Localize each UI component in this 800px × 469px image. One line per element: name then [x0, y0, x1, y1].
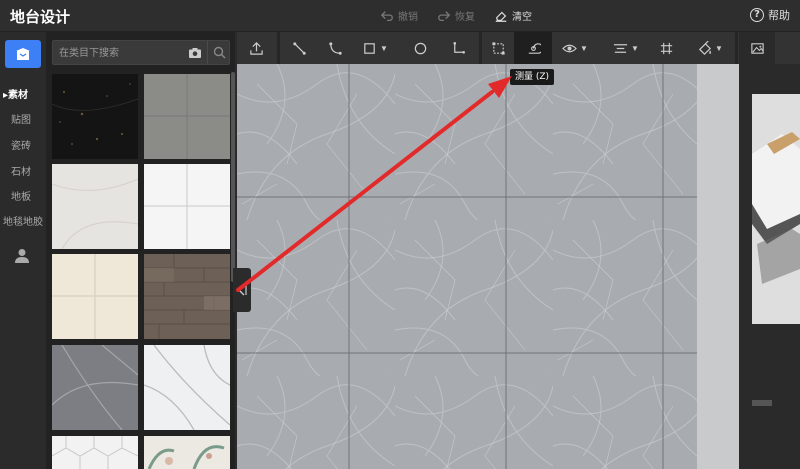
- align-icon: [613, 43, 628, 53]
- circle-icon: [414, 42, 426, 54]
- left-rail: ▸素材 贴图 瓷砖 石材 地板 地毯地胶: [0, 32, 47, 469]
- eraser-icon: [495, 11, 507, 22]
- rail-item-carpet[interactable]: 地毯地胶: [0, 213, 47, 228]
- material-tile-white-hex[interactable]: [52, 436, 138, 469]
- line-icon: [292, 41, 306, 55]
- circle-tool[interactable]: [402, 32, 438, 64]
- rail-item-stone[interactable]: 石材: [0, 163, 47, 178]
- rectangle-tool[interactable]: ▼: [355, 32, 395, 64]
- material-tile-grey-tile[interactable]: [144, 74, 230, 159]
- clear-label: 清空: [512, 12, 532, 23]
- material-tile-cream-grid[interactable]: [52, 254, 138, 339]
- user-icon[interactable]: [15, 248, 29, 264]
- help-label: 帮助: [768, 9, 790, 22]
- rail-item-material[interactable]: ▸素材: [0, 86, 47, 101]
- clear-button[interactable]: 清空: [494, 8, 532, 23]
- grid-tool[interactable]: [649, 32, 683, 64]
- collapse-panel-button[interactable]: [233, 268, 251, 312]
- rail-item-floor[interactable]: 地板: [0, 188, 47, 203]
- square-icon: [364, 42, 375, 54]
- paint-bucket-icon: [698, 40, 712, 55]
- hash-icon: [660, 42, 672, 54]
- box-icon: [16, 48, 30, 60]
- material-tile-black-marble[interactable]: [52, 74, 138, 159]
- toolbar-separator: [735, 32, 738, 64]
- material-tile-white-marble[interactable]: [144, 345, 230, 430]
- help-icon: ?: [750, 8, 764, 22]
- search-input[interactable]: [59, 44, 179, 62]
- light-stone-swatch: [52, 164, 138, 249]
- search-icon: [213, 46, 225, 59]
- search-box: [52, 40, 230, 65]
- arc-tool[interactable]: [317, 32, 353, 64]
- chevron-down-icon: ▼: [715, 43, 723, 53]
- material-panel: [47, 32, 235, 469]
- chevron-down-icon: ▼: [580, 43, 588, 53]
- frame-select-icon: [491, 41, 505, 55]
- material-tile-wood[interactable]: [144, 254, 230, 339]
- redo-label: 恢复: [455, 12, 475, 23]
- paint-tool[interactable]: ▼: [687, 32, 733, 64]
- line-tool[interactable]: [281, 32, 317, 64]
- corner-icon: [452, 41, 465, 54]
- rail-item-texture[interactable]: 贴图: [0, 111, 47, 126]
- redo-icon: [438, 10, 451, 21]
- image-icon: [750, 42, 764, 54]
- undo-icon: [380, 10, 393, 21]
- chevron-down-icon: ▼: [380, 43, 388, 53]
- undo-button[interactable]: 撤销: [380, 8, 418, 23]
- material-tile-light-stone[interactable]: [52, 164, 138, 249]
- material-tile-grey-marble[interactable]: [52, 345, 138, 430]
- help-button[interactable]: ? 帮助: [750, 7, 790, 23]
- align-tool[interactable]: ▼: [605, 32, 647, 64]
- design-canvas[interactable]: [237, 64, 697, 469]
- upload-icon: [249, 41, 263, 55]
- camera-icon[interactable]: [188, 46, 202, 60]
- material-tile-floral[interactable]: [144, 436, 230, 469]
- frame-select-tool[interactable]: [482, 32, 514, 64]
- floral-swatch: [144, 436, 230, 469]
- measure-tooltip: 测量 (Z): [510, 69, 555, 85]
- image-tool[interactable]: [739, 32, 775, 64]
- corner-tool[interactable]: [440, 32, 476, 64]
- material-tile-white-grid[interactable]: [144, 164, 230, 249]
- view-tool[interactable]: ▼: [555, 32, 595, 64]
- redo-button[interactable]: 恢复: [437, 8, 475, 23]
- preview-handle[interactable]: [752, 400, 772, 406]
- rail-item-tile[interactable]: 瓷砖: [0, 137, 47, 152]
- white-hex-swatch: [52, 436, 138, 469]
- white-marble-swatch: [144, 345, 230, 430]
- cream-grid-swatch: [52, 254, 138, 339]
- grey-marble-swatch: [52, 345, 138, 430]
- app-title: 地台设计: [10, 8, 71, 26]
- top-bar: 地台设计 撤销 恢复 清空 ? 帮助: [0, 0, 800, 32]
- search-button[interactable]: [207, 41, 230, 64]
- chevron-down-icon: ▼: [631, 43, 639, 53]
- material-category-button[interactable]: [5, 40, 41, 68]
- canvas-gutter: [697, 64, 739, 469]
- measure-icon: [528, 42, 541, 54]
- eye-icon: [562, 44, 577, 52]
- preview-render: [752, 94, 800, 324]
- export-tool[interactable]: [237, 32, 275, 64]
- undo-label: 撤销: [398, 12, 418, 23]
- canvas-toolbar: ▼ ▼ ▼ ▼: [237, 32, 800, 64]
- black-marble-swatch: [52, 74, 138, 159]
- arc-icon: [328, 41, 342, 55]
- white-grid-swatch: [144, 164, 230, 249]
- wood-swatch: [144, 254, 230, 339]
- collapse-left-icon: [238, 284, 247, 296]
- grey-tile-swatch: [144, 74, 230, 159]
- 3d-preview[interactable]: [752, 94, 800, 324]
- panel-scrollbar[interactable]: [231, 72, 235, 282]
- 3d-preview-panel: [739, 64, 800, 469]
- measure-tool[interactable]: [514, 32, 552, 64]
- marble-floor: [237, 64, 697, 469]
- toolbar-separator: [277, 32, 280, 64]
